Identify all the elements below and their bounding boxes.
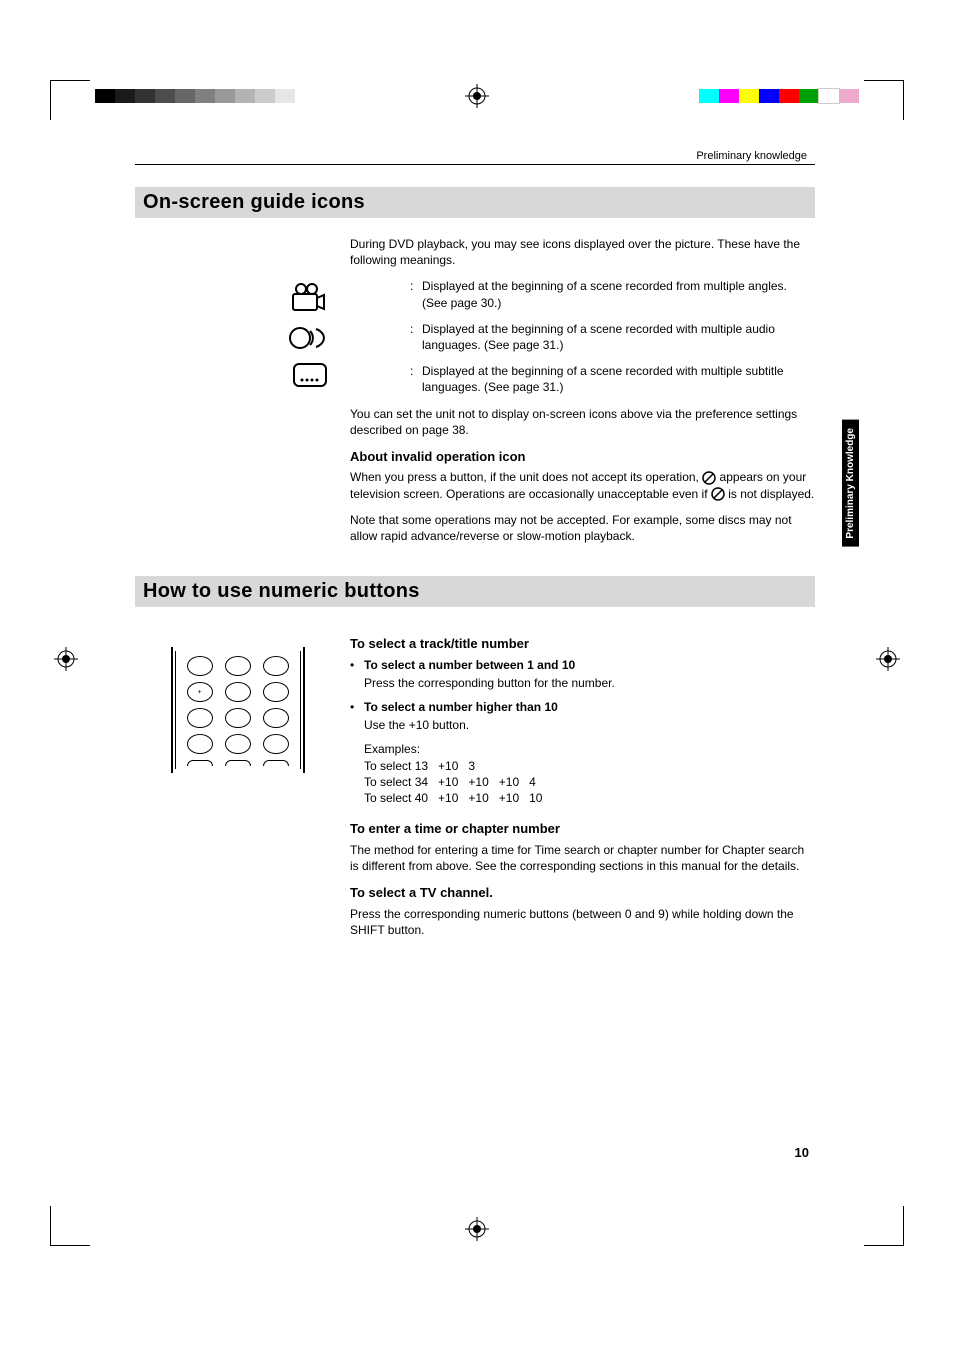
invalid-operation-heading: About invalid operation icon [350,448,815,466]
subtitle-language-icon [292,362,328,388]
registration-mark-left [54,647,78,671]
audio-icon-description: Displayed at the beginning of a scene re… [422,321,815,353]
crop-mark-bl [50,1206,90,1246]
select-tv-body: Press the corresponding numeric buttons … [350,906,815,938]
grayscale-calibration-bar [95,89,295,103]
running-head: Preliminary knowledge [135,150,815,165]
audio-language-icon [288,326,328,350]
section-tab: Preliminary Knowledge [842,420,859,547]
section-heading-numeric-buttons: How to use numeric buttons [135,576,815,607]
section-heading-onscreen-icons: On-screen guide icons [135,187,815,218]
select-higher-10-body: Use the +10 button. [364,717,815,733]
registration-mark-right [876,647,900,671]
angle-icon-description-row: : Displayed at the beginning of a scene … [350,278,815,310]
select-track-heading: To select a track/title number [350,635,815,653]
crop-mark-tl [50,80,90,120]
examples-label: Examples: [364,741,815,757]
angle-icon-description: Displayed at the beginning of a scene re… [422,278,815,310]
enter-time-heading: To enter a time or chapter number [350,820,815,838]
crop-mark-br [864,1206,904,1246]
page-number: 10 [795,1145,809,1160]
examples-block: Examples: To select 13+103To select 34+1… [364,741,815,806]
prohibit-icon [711,487,725,501]
select-1-10-body: Press the corresponding button for the n… [364,675,815,691]
registration-mark-top [465,84,489,108]
audio-icon-description-row: : Displayed at the beginning of a scene … [350,321,815,353]
select-tv-heading: To select a TV channel. [350,884,815,902]
remote-keypad-illustration: + [171,647,305,773]
invalid-operation-paragraph-2: Note that some operations may not be acc… [350,512,815,544]
registration-mark-bottom [465,1217,489,1241]
select-1-10-bullet: To select a number between 1 and 10 [364,657,815,673]
crop-mark-tr [864,80,904,120]
examples-table: To select 13+103To select 34+10+10+104To… [364,758,552,807]
angle-icon [290,282,328,314]
subtitle-icon-description: Displayed at the beginning of a scene re… [422,363,815,395]
enter-time-body: The method for entering a time for Time … [350,842,815,874]
invalid-operation-paragraph-1: When you press a button, if the unit doe… [350,469,815,501]
prohibit-icon [702,471,716,485]
color-calibration-bar [699,89,859,103]
select-higher-10-bullet: To select a number higher than 10 [364,699,815,715]
preference-note: You can set the unit not to display on-s… [350,406,815,438]
intro-text: During DVD playback, you may see icons d… [350,236,815,268]
page-content: Preliminary knowledge On-screen guide ic… [135,150,815,948]
subtitle-icon-description-row: : Displayed at the beginning of a scene … [350,363,815,395]
